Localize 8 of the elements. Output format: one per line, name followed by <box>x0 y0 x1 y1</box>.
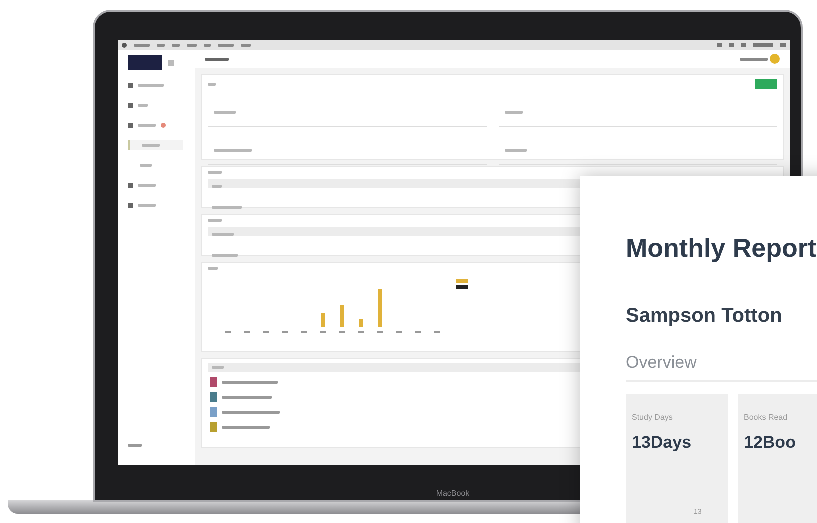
stat-value: 12Boo <box>744 432 797 454</box>
stat-label: Study Days <box>632 412 674 424</box>
stat-value: 13Days <box>632 432 693 454</box>
report-title: Monthly Report <box>626 232 817 264</box>
student-name: Sampson Totton <box>626 304 784 328</box>
stat-label: Books Read <box>744 412 789 424</box>
section-heading: Overview <box>626 353 697 372</box>
laptop-brand-label: MacBook <box>435 488 471 500</box>
